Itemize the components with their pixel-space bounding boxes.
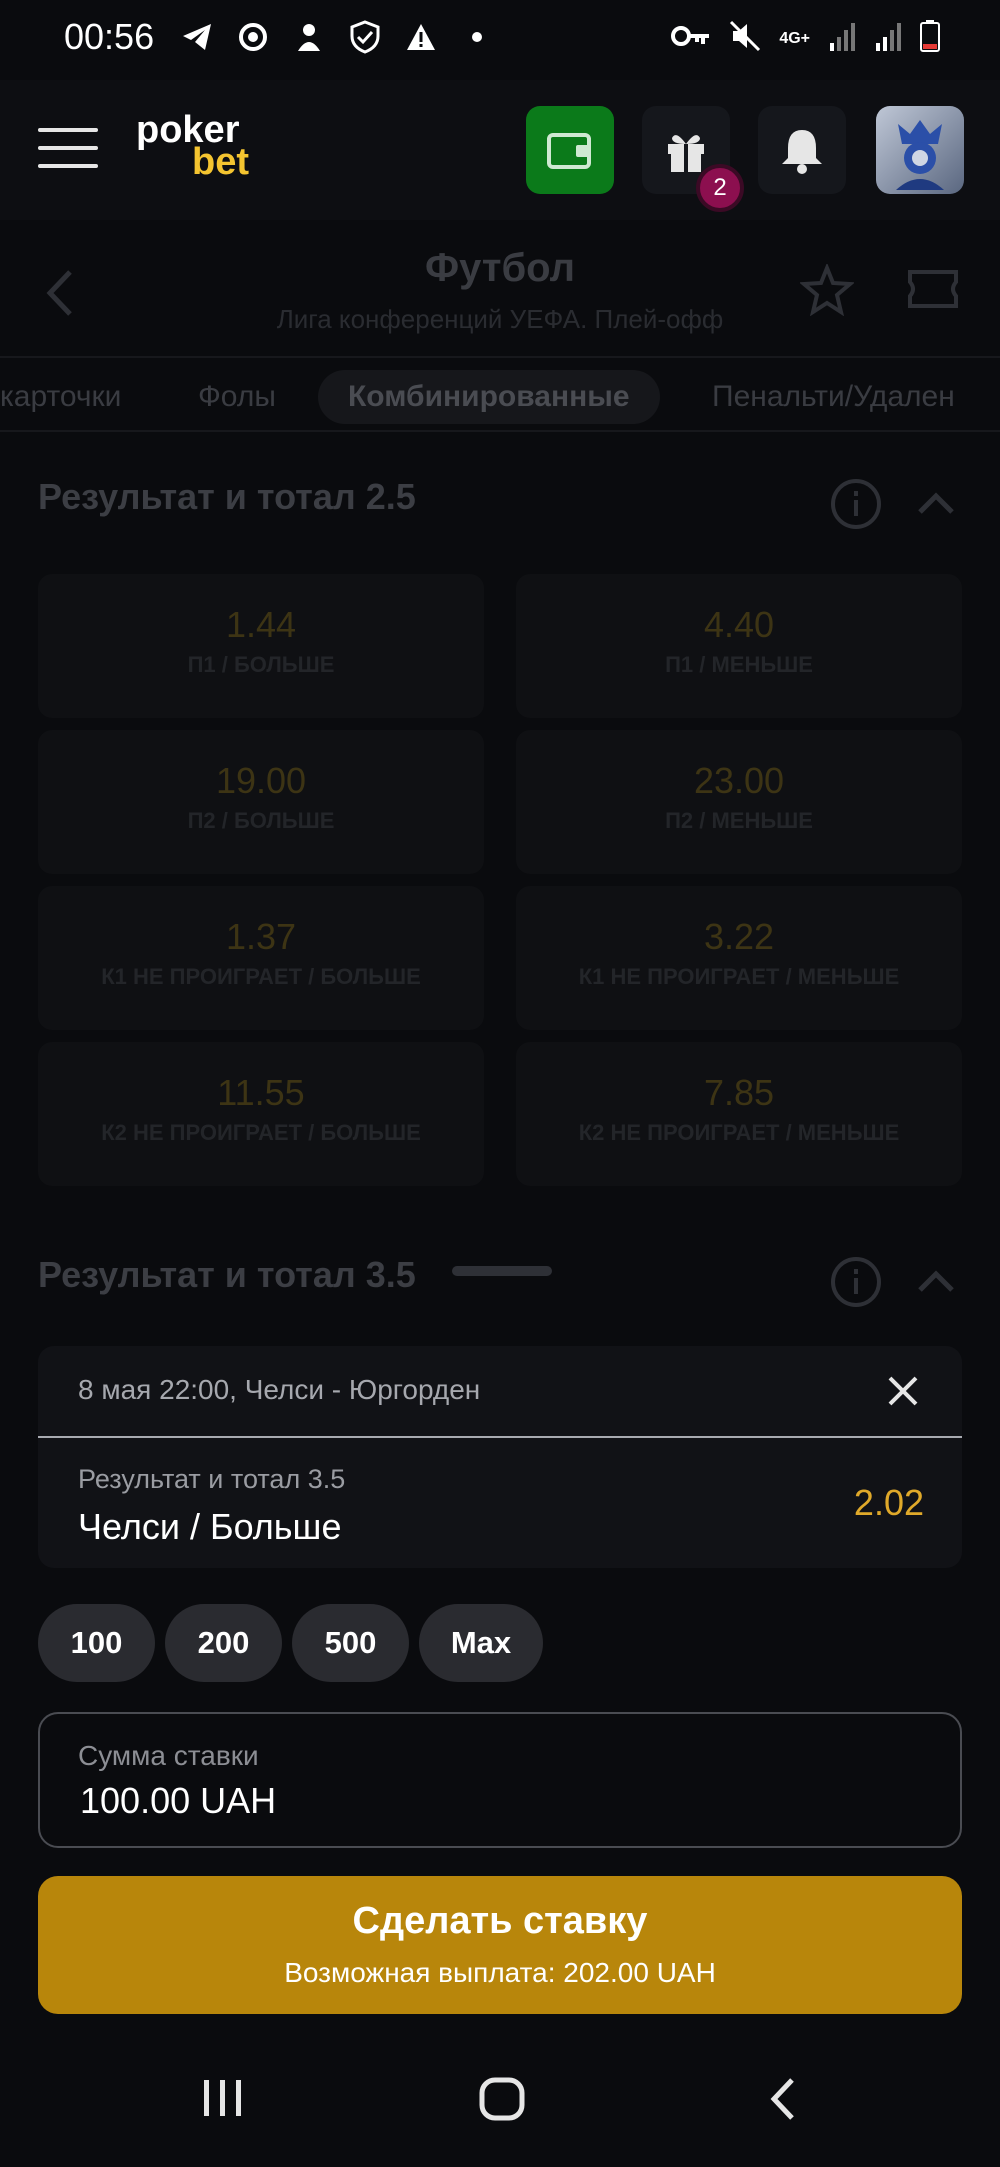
stake-label: Сумма ставки (78, 1740, 259, 1771)
network-type: 4G+ (779, 29, 810, 47)
tab-penalties[interactable]: Пенальти/Удален (712, 370, 955, 424)
odd-button[interactable]: 3.22 К1 НЕ ПРОИГРАЕТ / МЕНЬШЕ (516, 886, 962, 1030)
market-title-1: Результат и тотал 2.5 (38, 476, 416, 517)
odd-button[interactable]: 1.37 К1 НЕ ПРОИГРАЕТ / БОЛЬШЕ (38, 886, 484, 1030)
market-tabs: карточки Фолы Комбинированные Пенальти/У… (0, 356, 1000, 432)
signal-1-icon (828, 21, 856, 56)
menu-icon[interactable] (38, 128, 98, 172)
place-bet-label: Сделать ставку (352, 1900, 648, 1942)
key-icon (671, 24, 711, 53)
avatar-icon (896, 120, 944, 190)
odd-button[interactable]: 23.00 П2 / МЕНЬШЕ (516, 730, 962, 874)
quick-amounts: 100 200 500 Max (38, 1604, 543, 1682)
shield-check-icon (348, 20, 382, 54)
app-header: poker bet 2 (0, 80, 1000, 220)
logo[interactable]: poker bet (136, 111, 249, 183)
selection-pick: Челси / Больше (78, 1506, 342, 1547)
odd-button[interactable]: 7.85 К2 НЕ ПРОИГРАЕТ / МЕНЬШЕ (516, 1042, 962, 1186)
event-subheader: Футбол Лига конференций УЕФА. Плей-офф (0, 220, 1000, 360)
signal-2-icon (874, 21, 902, 56)
stake-input[interactable]: Сумма ставки 100.00 UAH (38, 1712, 962, 1848)
tab-cards[interactable]: карточки (0, 370, 121, 424)
bet-ticket-icon[interactable] (906, 268, 960, 310)
odd-button[interactable]: 4.40 П1 / МЕНЬШЕ (516, 574, 962, 718)
notifications-button[interactable] (758, 106, 846, 194)
telegram-icon (180, 20, 214, 54)
recent-apps-icon[interactable] (200, 2076, 246, 2120)
amount-chip-500[interactable]: 500 (292, 1604, 409, 1682)
mute-icon (729, 20, 761, 57)
place-bet-button[interactable]: Сделать ставку Возможная выплата: 202.00… (38, 1876, 962, 2014)
home-icon[interactable] (478, 2076, 526, 2122)
wallet-icon (547, 133, 591, 169)
odd-button[interactable]: 11.55 К2 НЕ ПРОИГРАЕТ / БОЛЬШЕ (38, 1042, 484, 1186)
collapse-chevron-icon[interactable] (916, 1270, 956, 1294)
info-icon[interactable] (830, 478, 882, 530)
status-notification-icons (180, 20, 494, 54)
odd-button[interactable]: 19.00 П2 / БОЛЬШЕ (38, 730, 484, 874)
logo-word-2: bet (192, 141, 249, 183)
wallet-button[interactable] (526, 106, 614, 194)
bell-icon (782, 130, 822, 174)
amount-chip-200[interactable]: 200 (165, 1604, 282, 1682)
bet-slip-selection: 8 мая 22:00, Челси - Юргорден Результат … (38, 1346, 962, 1568)
amount-chip-max[interactable]: Max (419, 1604, 543, 1682)
close-icon[interactable] (886, 1374, 920, 1408)
battery-icon (920, 20, 940, 57)
back-icon[interactable] (768, 2076, 798, 2122)
odd-button[interactable]: 1.44 П1 / БОЛЬШЕ (38, 574, 484, 718)
status-bar: 00:56 4G+ (0, 0, 1000, 80)
app-notification-icon (292, 20, 326, 54)
sync-icon (236, 20, 270, 54)
selection-event: 8 мая 22:00, Челси - Юргорден (78, 1374, 481, 1405)
status-time: 00:56 (64, 16, 155, 57)
market-title-2: Результат и тотал 3.5 (38, 1254, 416, 1295)
collapse-chevron-icon[interactable] (916, 492, 956, 516)
avatar[interactable] (876, 106, 964, 194)
info-icon[interactable] (830, 1256, 882, 1308)
favorite-star-icon[interactable] (800, 264, 854, 316)
warning-icon (404, 20, 438, 54)
bet-slip: 8 мая 22:00, Челси - Юргорден Результат … (0, 1346, 1000, 2036)
stake-value: 100.00 UAH (80, 1780, 277, 1821)
selection-odd: 2.02 (853, 1482, 924, 1523)
status-system-icons: 4G+ (671, 20, 940, 57)
amount-chip-100[interactable]: 100 (38, 1604, 155, 1682)
bet-slip-drag-handle[interactable] (452, 1266, 552, 1276)
tab-fouls[interactable]: Фолы (198, 370, 276, 424)
gift-icon (668, 135, 704, 172)
tab-combined[interactable]: Комбинированные (318, 370, 660, 424)
gift-badge: 2 (696, 164, 744, 212)
selection-market: Результат и тотал 3.5 (78, 1464, 346, 1494)
dot-icon (460, 20, 494, 54)
event-page-dimmed: Футбол Лига конференций УЕФА. Плей-офф к… (0, 220, 1000, 1350)
divider (38, 1436, 962, 1438)
system-navigation-bar (0, 2036, 1000, 2167)
possible-payout: Возможная выплата: 202.00 UAH (284, 1957, 716, 1988)
